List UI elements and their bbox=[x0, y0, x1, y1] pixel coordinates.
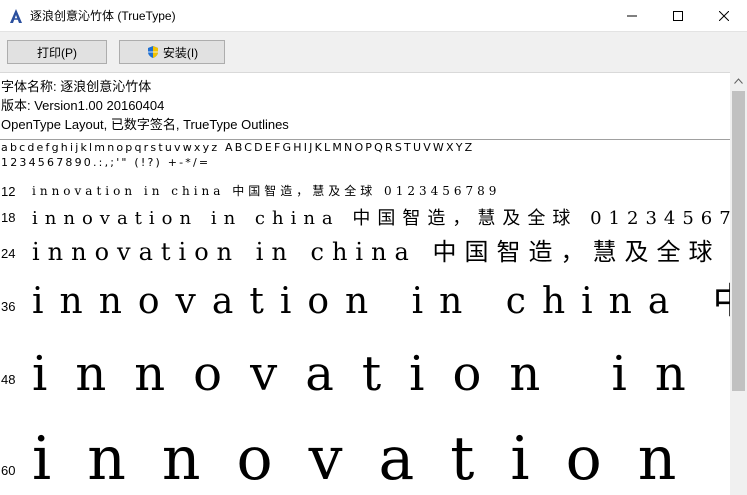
size-label: 48 bbox=[1, 372, 16, 387]
font-name-line: 字体名称: 逐浪创意沁竹体 bbox=[1, 79, 152, 94]
sample-text: innovation in china 中国智造，慧及全球 0123456789 bbox=[32, 238, 737, 266]
install-button[interactable]: 安装(I) bbox=[119, 40, 225, 64]
maximize-button[interactable] bbox=[655, 0, 701, 31]
size-label: 12 bbox=[1, 184, 16, 199]
maximize-icon bbox=[673, 10, 683, 21]
size-label: 24 bbox=[1, 246, 16, 261]
charset-line-2: 1234567890.:,;'" (!?) +-*/= bbox=[1, 156, 211, 169]
chevron-up-icon bbox=[734, 77, 743, 84]
size-label: 18 bbox=[1, 210, 16, 225]
window-title: 逐浪创意沁竹体 (TrueType) bbox=[30, 9, 176, 23]
sample-row-24: 24 innovation in china 中国智造，慧及全球 0123456… bbox=[0, 232, 737, 268]
sample-text: innovation in china 中国智造，慧及全球 0123456789 bbox=[32, 281, 737, 322]
sample-row-18: 18 innovation in china 中国智造，慧及全球 0123456… bbox=[0, 204, 737, 230]
separator bbox=[0, 139, 737, 140]
size-label: 60 bbox=[1, 463, 16, 478]
size-label: 36 bbox=[1, 299, 16, 314]
sample-text: innovation in china 中国智造，慧及全球 0123456789 bbox=[32, 184, 501, 198]
charset-line-1: abcdefghijklmnopqrstuvwxyz ABCDEFGHIJKLM… bbox=[1, 141, 475, 154]
vertical-scrollbar[interactable] bbox=[730, 72, 747, 495]
minimize-button[interactable] bbox=[609, 0, 655, 31]
install-button-label: 安装(I) bbox=[162, 45, 199, 60]
scroll-up-button[interactable] bbox=[730, 72, 747, 89]
features-line: OpenType Layout, 已数字签名, TrueType Outline… bbox=[1, 117, 289, 132]
minimize-icon bbox=[627, 15, 637, 16]
scroll-thumb[interactable] bbox=[732, 91, 745, 391]
font-app-icon bbox=[10, 8, 22, 23]
close-icon bbox=[719, 10, 729, 21]
print-button[interactable]: 打印(P) bbox=[7, 40, 107, 64]
sample-row-60: 60 innovation in china 中国智造，慧及全球 0123456… bbox=[0, 410, 737, 495]
version-line: 版本: Version1.00 20160404 bbox=[1, 98, 165, 113]
print-button-label: 打印(P) bbox=[37, 45, 77, 60]
font-preview-area: 字体名称: 逐浪创意沁竹体 版本: Version1.00 20160404 O… bbox=[0, 72, 737, 495]
title-bar: 逐浪创意沁竹体 (TrueType) bbox=[0, 0, 747, 31]
close-button[interactable] bbox=[701, 0, 747, 31]
sample-text: innovation in china 中国智造，慧及全球 0123456789 bbox=[32, 346, 737, 396]
sample-text: innovation in china 中国智造，慧及全球 0123456789 bbox=[32, 208, 737, 229]
sample-row-12: 12 innovation in china 中国智造，慧及全球 0123456… bbox=[0, 182, 737, 200]
sample-text: innovation in china 中国智造，慧及全球 0123456789 bbox=[32, 424, 737, 494]
sample-row-36: 36 innovation in china 中国智造，慧及全球 0123456… bbox=[0, 272, 737, 322]
sample-row-48: 48 innovation in china 中国智造，慧及全球 0123456… bbox=[0, 334, 737, 396]
shield-icon bbox=[147, 46, 158, 58]
toolbar: 打印(P) 安装(I) bbox=[0, 31, 747, 73]
